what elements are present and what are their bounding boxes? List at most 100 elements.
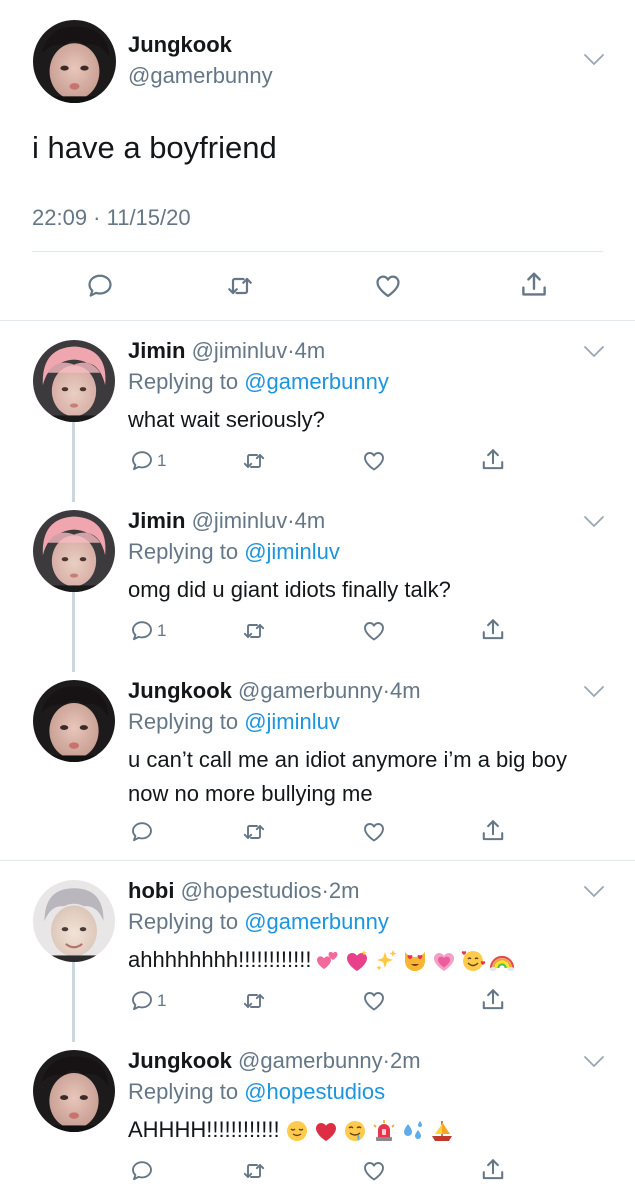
reply-author-handle[interactable]: @gamerbunny [238, 678, 383, 703]
reply-header: Jimin @jiminluv·4m [128, 338, 325, 364]
reply-tweet[interactable]: Jimin @jiminluv·4m Replying to @gamerbun… [0, 320, 635, 490]
chevron-down-icon[interactable] [582, 884, 606, 905]
tweet-text: i have a boyfriend [32, 130, 277, 165]
reply-text: what wait seriously? [128, 407, 325, 432]
avatar[interactable] [33, 20, 116, 103]
chevron-down-icon[interactable] [582, 1054, 606, 1075]
reply-time[interactable]: 4m [295, 508, 326, 533]
separator-dot: · [321, 878, 329, 903]
reply-icon[interactable] [130, 1159, 154, 1183]
replying-to-label: Replying to [128, 709, 245, 734]
drooling-face-emoji [344, 1121, 365, 1142]
reply-text: omg did u giant idiots finally talk? [128, 577, 451, 602]
replying-to: Replying to @jiminluv [128, 539, 340, 565]
avatar[interactable] [33, 340, 115, 422]
reply-author-handle[interactable]: @gamerbunny [238, 1048, 383, 1073]
avatar[interactable] [33, 1050, 115, 1132]
reply-tweet[interactable]: Jimin @jiminluv·4m Replying to @jiminluv… [0, 490, 635, 660]
replying-to-label: Replying to [128, 909, 245, 934]
share-icon[interactable] [480, 617, 506, 643]
reply-action[interactable]: 1 [130, 619, 166, 643]
reply-author-handle[interactable]: @jiminluv [192, 338, 288, 363]
two-hearts-emoji [317, 952, 338, 970]
share-icon[interactable] [480, 818, 506, 844]
siren-emoji [373, 1120, 395, 1142]
chevron-down-icon[interactable] [582, 514, 606, 535]
separator-dot: · [382, 1048, 390, 1073]
avatar[interactable] [33, 880, 115, 962]
retweet-icon[interactable] [242, 989, 266, 1013]
reply-header: Jungkook @gamerbunny·4m [128, 678, 421, 704]
retweet-icon[interactable] [242, 1159, 266, 1183]
chevron-down-icon[interactable] [582, 684, 606, 705]
growing-heart-emoji [434, 953, 455, 972]
reply-count: 1 [157, 621, 167, 640]
reply-icon[interactable] [86, 272, 114, 300]
reply-time[interactable]: 2m [390, 1048, 421, 1073]
red-heart-emoji [315, 1123, 336, 1142]
like-icon[interactable] [362, 1159, 386, 1183]
avatar[interactable] [33, 680, 115, 762]
avatar[interactable] [33, 510, 115, 592]
heart-eyes-cat-emoji [405, 952, 426, 972]
tweet-author-handle[interactable]: @gamerbunny [128, 63, 273, 89]
reply-time[interactable]: 2m [329, 878, 360, 903]
like-icon[interactable] [374, 272, 402, 300]
reply-tweet[interactable]: Jungkook @gamerbunny·2m Replying to @hop… [0, 1030, 635, 1200]
like-icon[interactable] [362, 619, 386, 643]
sparkling-heart-emoji [347, 950, 368, 972]
reply-header: Jungkook @gamerbunny·2m [128, 1048, 421, 1074]
like-icon[interactable] [362, 449, 386, 473]
share-icon[interactable] [480, 1157, 506, 1183]
replying-to-label: Replying to [128, 369, 245, 394]
chevron-down-icon[interactable] [582, 344, 606, 365]
reply-time[interactable]: 4m [390, 678, 421, 703]
replying-to-mention[interactable]: @jiminluv [244, 539, 340, 564]
reply-icon [130, 989, 154, 1013]
reply-author-handle[interactable]: @jiminluv [192, 508, 288, 533]
reply-header: hobi @hopestudios·2m [128, 878, 359, 904]
retweet-icon[interactable] [242, 820, 266, 844]
separator-dot: · [287, 338, 295, 363]
replying-to: Replying to @gamerbunny [128, 369, 389, 395]
reply-author-name[interactable]: Jungkook [128, 678, 232, 703]
share-icon[interactable] [480, 447, 506, 473]
replying-to-mention[interactable]: @gamerbunny [244, 909, 389, 934]
reply-author-name[interactable]: Jungkook [128, 1048, 232, 1073]
sweat-droplets-emoji [403, 1121, 422, 1140]
reply-action[interactable]: 1 [130, 449, 166, 473]
reply-icon [130, 449, 154, 473]
reply-tweet[interactable]: hobi @hopestudios·2m Replying to @gamerb… [0, 860, 635, 1030]
reply-header: Jimin @jiminluv·4m [128, 508, 325, 534]
reply-count: 1 [157, 451, 167, 470]
separator-dot: · [382, 678, 390, 703]
tweet-author-name[interactable]: Jungkook [128, 32, 232, 58]
retweet-icon[interactable] [226, 272, 254, 300]
reply-action[interactable]: 1 [130, 989, 166, 1013]
retweet-icon[interactable] [242, 619, 266, 643]
replying-to-mention[interactable]: @jiminluv [244, 709, 340, 734]
replying-to-mention[interactable]: @hopestudios [244, 1079, 385, 1104]
reply-author-name[interactable]: Jimin [128, 338, 185, 363]
reply-text: u can’t call me an idiot anymore i’m a b… [128, 747, 567, 806]
reply-author-name[interactable]: hobi [128, 878, 174, 903]
share-icon[interactable] [480, 987, 506, 1013]
reply-icon[interactable] [130, 820, 154, 844]
divider [32, 251, 603, 252]
reply-text-body: AHHHH!!!!!!!!!!!! [128, 1117, 280, 1142]
reply-text: ahhhhhhhh!!!!!!!!!!!! [128, 943, 598, 977]
chevron-down-icon[interactable] [582, 52, 606, 73]
replying-to-mention[interactable]: @gamerbunny [244, 369, 389, 394]
reply-author-name[interactable]: Jimin [128, 508, 185, 533]
rainbow-emoji [489, 956, 515, 972]
reply-time[interactable]: 4m [295, 338, 326, 363]
reply-author-handle[interactable]: @hopestudios [181, 878, 322, 903]
reply-tweet[interactable]: Jungkook @gamerbunny·4m Replying to @jim… [0, 660, 635, 860]
retweet-icon[interactable] [242, 449, 266, 473]
like-icon[interactable] [362, 820, 386, 844]
sailboat-emoji [431, 1121, 452, 1142]
like-icon[interactable] [362, 989, 386, 1013]
share-icon[interactable] [519, 270, 549, 300]
replying-to: Replying to @jiminluv [128, 709, 340, 735]
smiling-face-with-hearts-emoji [462, 951, 486, 972]
